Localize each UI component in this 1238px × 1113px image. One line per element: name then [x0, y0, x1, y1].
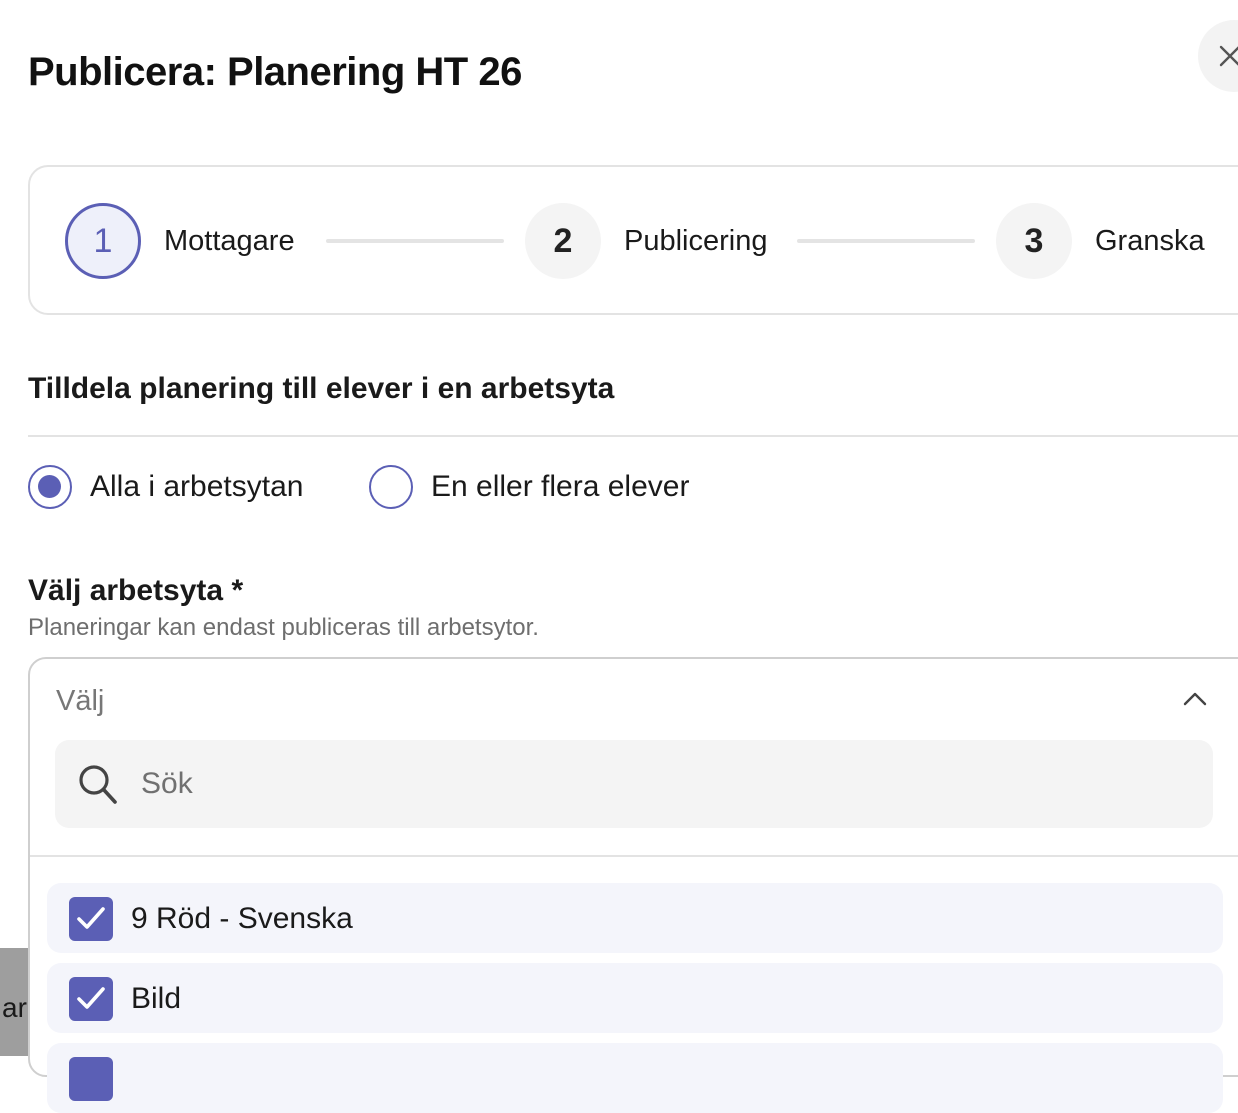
option-checkbox[interactable] — [69, 897, 113, 941]
option-checkbox[interactable] — [69, 977, 113, 1021]
step-3-number: 3 — [996, 203, 1072, 279]
step-connector-2 — [797, 239, 975, 243]
workspace-option-partial[interactable] — [47, 1043, 1223, 1113]
step-2-number: 2 — [525, 203, 601, 279]
section-divider — [28, 435, 1238, 437]
step-1-number: 1 — [65, 203, 141, 279]
assign-heading: Tilldela planering till elever i en arbe… — [28, 372, 615, 405]
workspace-option-bild[interactable]: Bild — [47, 963, 1223, 1033]
publish-modal: Publicera: Planering HT 26 1 Mottagare 2… — [28, 0, 1238, 1113]
close-button[interactable] — [1198, 20, 1238, 92]
background-partial-text: ar — [2, 992, 27, 1023]
checkmark-icon — [77, 987, 105, 1009]
option-label: Bild — [131, 982, 182, 1015]
workspace-dropdown[interactable]: Välj 9 Röd - Svenska — [28, 657, 1238, 1113]
search-icon — [79, 765, 117, 804]
checkmark-icon — [77, 907, 105, 929]
background-page-strip: ar — [0, 948, 28, 1056]
dropdown-separator — [30, 855, 1238, 857]
close-icon — [1219, 45, 1238, 67]
modal-title: Publicera: Planering HT 26 — [28, 50, 522, 94]
step-2-label: Publicering — [624, 225, 768, 257]
chevron-up-icon[interactable] — [1182, 691, 1208, 707]
workspace-label: Välj arbetsyta * — [28, 574, 244, 607]
step-connector-1 — [326, 239, 504, 243]
workspace-hint: Planeringar kan endast publiceras till a… — [28, 614, 539, 641]
search-input[interactable] — [141, 762, 1181, 806]
step-1-label: Mottagare — [164, 225, 295, 257]
workspace-option-9-rod-svenska[interactable]: 9 Röd - Svenska — [47, 883, 1223, 953]
stepper: 1 Mottagare 2 Publicering 3 Granska — [28, 165, 1238, 315]
step-3-label: Granska — [1095, 225, 1205, 257]
option-label: 9 Röd - Svenska — [131, 902, 353, 935]
radio-selected-indicator[interactable] — [28, 465, 72, 509]
option-checkbox[interactable] — [69, 1057, 113, 1101]
search-box[interactable] — [55, 740, 1213, 828]
radio-all-label: Alla i arbetsytan — [90, 470, 304, 503]
radio-unselected-indicator[interactable] — [369, 465, 413, 509]
radio-students-label: En eller flera elever — [431, 470, 690, 503]
dropdown-selected-value[interactable]: Välj — [56, 685, 104, 718]
